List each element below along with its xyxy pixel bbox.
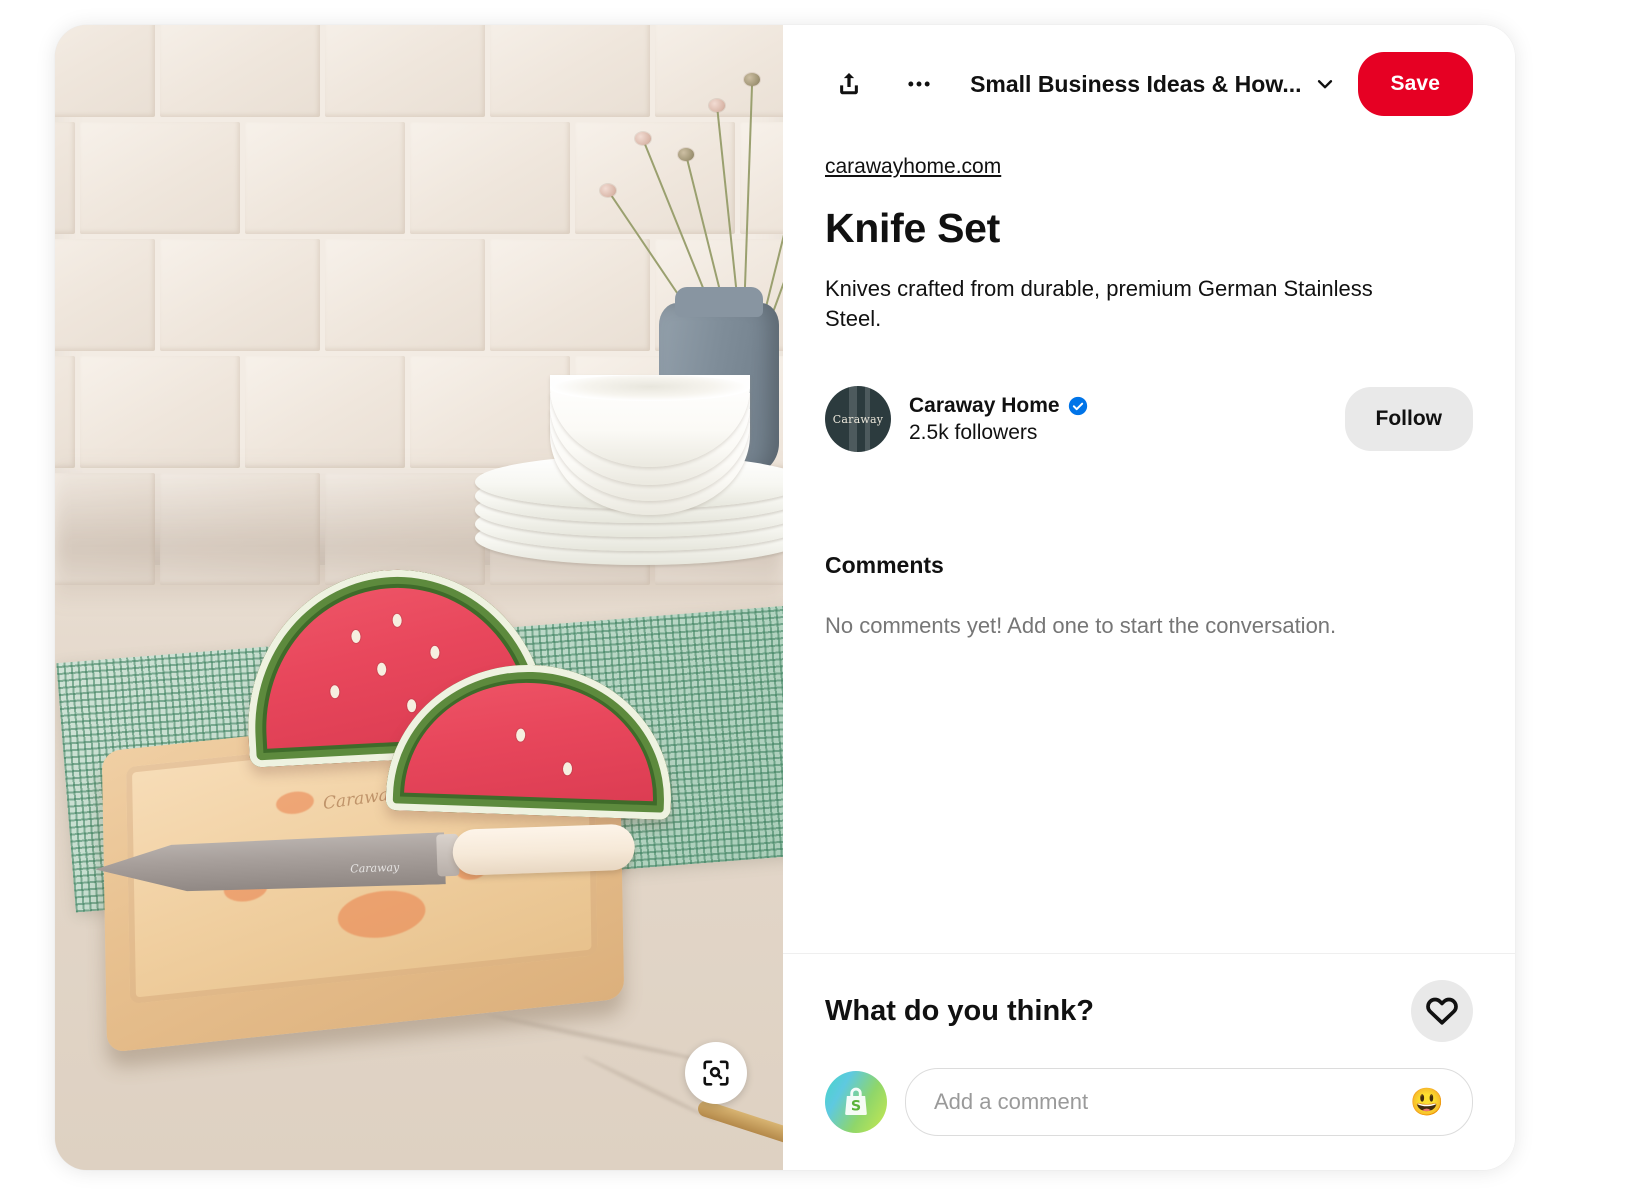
comment-input-wrapper[interactable]: 😃 bbox=[905, 1068, 1473, 1136]
smiley-emoji-icon[interactable]: 😃 bbox=[1408, 1089, 1446, 1116]
tile bbox=[325, 25, 485, 117]
pin-photo[interactable]: Caraway Caraway bbox=[55, 25, 783, 1170]
tile bbox=[55, 25, 155, 117]
comments-empty-text: No comments yet! Add one to start the co… bbox=[825, 613, 1473, 639]
avatar[interactable]: S bbox=[825, 1071, 887, 1133]
avatar[interactable]: Caraway bbox=[825, 386, 891, 452]
pin-detail-pane: Small Business Ideas & How... Save caraw… bbox=[783, 25, 1515, 1170]
creator-name[interactable]: Caraway Home bbox=[909, 394, 1060, 418]
pin-detail-card: Caraway Caraway Small Business Ideas & H… bbox=[55, 25, 1515, 1170]
tile-row bbox=[55, 122, 783, 234]
verified-badge-icon bbox=[1068, 396, 1088, 416]
blade-brand-label: Caraway bbox=[350, 861, 399, 876]
tile bbox=[80, 356, 240, 468]
tile bbox=[55, 356, 75, 468]
pin-action-row: Small Business Ideas & How... Save bbox=[825, 25, 1473, 143]
follower-count: 2.5k followers bbox=[909, 421, 1088, 445]
tile bbox=[245, 356, 405, 468]
more-options-icon[interactable] bbox=[895, 60, 943, 108]
svg-text:S: S bbox=[851, 1098, 861, 1114]
follow-button[interactable]: Follow bbox=[1345, 387, 1474, 451]
composer-prompt: What do you think? bbox=[825, 995, 1094, 1028]
shopify-bag-icon: S bbox=[838, 1084, 874, 1120]
tile bbox=[740, 122, 783, 234]
comment-composer: What do you think? S 😃 bbox=[783, 953, 1515, 1170]
tile bbox=[55, 122, 75, 234]
tile bbox=[245, 122, 405, 234]
pin-detail-scroll: Small Business Ideas & How... Save caraw… bbox=[783, 25, 1515, 953]
chevron-down-icon bbox=[1314, 73, 1336, 95]
tile-row bbox=[55, 25, 783, 117]
tile bbox=[80, 122, 240, 234]
creator-row: Caraway Caraway Home 2.5k followers Foll… bbox=[825, 386, 1473, 452]
tile bbox=[490, 239, 650, 351]
comment-input-row: S 😃 bbox=[825, 1068, 1473, 1136]
composer-header: What do you think? bbox=[825, 980, 1473, 1042]
tile bbox=[160, 25, 320, 117]
pin-image-pane[interactable]: Caraway Caraway bbox=[55, 25, 783, 1170]
bowl-stack bbox=[550, 365, 750, 515]
tile bbox=[410, 122, 570, 234]
tile bbox=[325, 239, 485, 351]
comment-input[interactable] bbox=[932, 1088, 1408, 1116]
board-name-label: Small Business Ideas & How... bbox=[970, 71, 1301, 98]
tile bbox=[160, 239, 320, 351]
heart-icon[interactable] bbox=[1411, 980, 1473, 1042]
creator-meta: Caraway Home 2.5k followers bbox=[909, 394, 1088, 445]
tile bbox=[410, 356, 570, 468]
comments-heading: Comments bbox=[825, 552, 1473, 579]
source-link[interactable]: carawayhome.com bbox=[825, 155, 1001, 179]
avatar-label: Caraway bbox=[833, 413, 883, 426]
save-button[interactable]: Save bbox=[1358, 52, 1473, 116]
tile bbox=[55, 239, 155, 351]
tile bbox=[575, 122, 735, 234]
tile bbox=[655, 25, 783, 117]
visual-search-icon[interactable] bbox=[685, 1042, 747, 1104]
board-selector[interactable]: Small Business Ideas & How... bbox=[970, 71, 1335, 98]
page-title: Knife Set bbox=[825, 205, 1473, 252]
share-icon[interactable] bbox=[825, 60, 873, 108]
pin-description: Knives crafted from durable, premium Ger… bbox=[825, 274, 1425, 334]
tile bbox=[490, 25, 650, 117]
